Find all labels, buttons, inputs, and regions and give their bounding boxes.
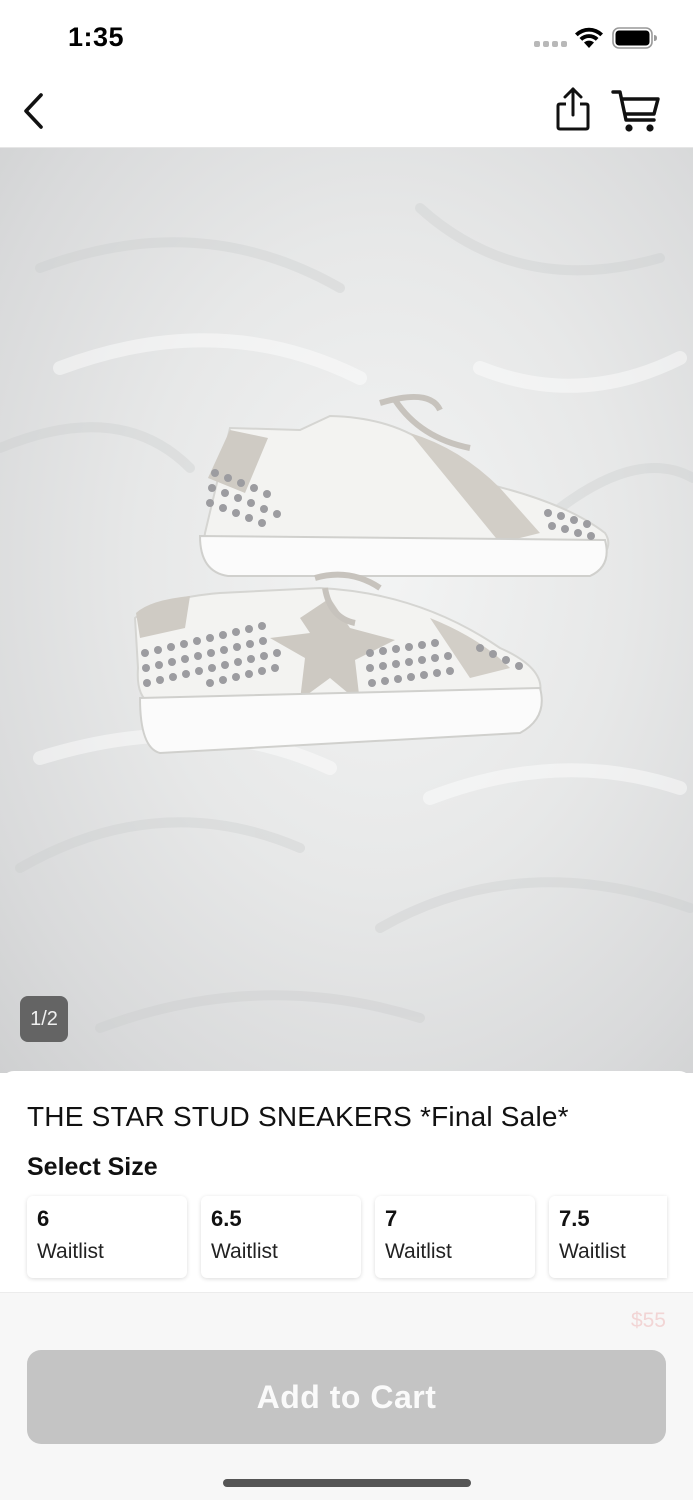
size-value: 7.5 (559, 1206, 590, 1231)
size-status: Waitlist (37, 1240, 104, 1263)
sneaker-top (198, 393, 610, 577)
purchase-footer: $55 Add to Cart (0, 1292, 693, 1500)
back-button[interactable] (14, 89, 54, 133)
price: $55 (630, 1309, 666, 1332)
image-page-indicator: 1/2 (20, 996, 68, 1042)
size-value: 6 (37, 1206, 50, 1231)
cellular-signal-icon (534, 41, 567, 47)
size-option-7-5[interactable]: 7.5 Waitlist (549, 1196, 667, 1278)
size-value: 7 (385, 1206, 398, 1231)
product-photo (0, 203, 693, 1033)
share-button[interactable] (552, 85, 594, 135)
add-to-cart-button[interactable]: Add to Cart (27, 1350, 666, 1444)
size-heading: Select Size (27, 1153, 158, 1181)
size-option-7[interactable]: 7 Waitlist (375, 1196, 535, 1278)
size-option-6-5[interactable]: 6.5 Waitlist (201, 1196, 361, 1278)
chevron-left-icon (24, 93, 43, 129)
size-status: Waitlist (385, 1240, 452, 1263)
size-status: Waitlist (559, 1240, 626, 1263)
cart-icon (611, 90, 660, 132)
battery-icon (612, 27, 657, 49)
navigation-bar (0, 75, 693, 148)
sneaker-bottom (133, 571, 543, 755)
wifi-icon (575, 27, 603, 48)
size-option-6[interactable]: 6 Waitlist (27, 1196, 187, 1278)
home-indicator[interactable] (223, 1479, 471, 1487)
share-icon (556, 87, 590, 131)
cart-button[interactable] (610, 87, 662, 135)
product-details-sheet: THE STAR STUD SNEAKERS *Final Sale* Sele… (0, 1071, 693, 1293)
size-value: 6.5 (211, 1206, 242, 1231)
status-bar: 1:35 (0, 0, 693, 75)
product-title: THE STAR STUD SNEAKERS *Final Sale* (27, 1101, 569, 1132)
product-image-carousel[interactable]: 1/2 (0, 148, 693, 1073)
status-time: 1:35 (68, 22, 125, 52)
size-options: 6 Waitlist 6.5 Waitlist 7 Waitlist 7.5 W… (27, 1196, 667, 1278)
size-status: Waitlist (211, 1240, 278, 1263)
